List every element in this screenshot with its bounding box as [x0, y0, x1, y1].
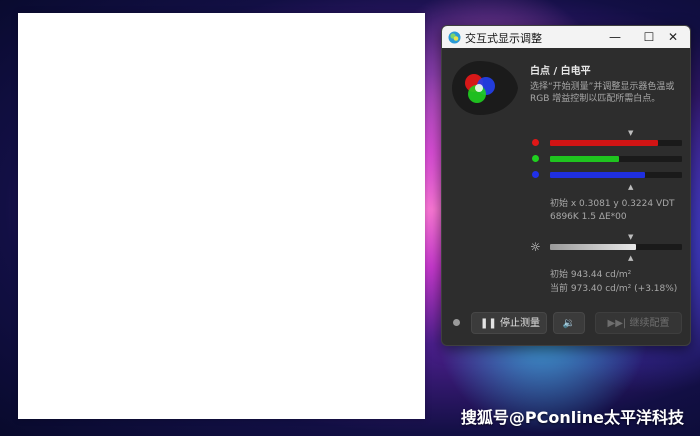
brightness-reading-line-2: 当前 973.40 cd/m² (+3.18%): [550, 284, 678, 294]
window-title: 交互式显示调整: [465, 32, 542, 45]
green-channel-dot: [532, 155, 539, 162]
maximize-icon: ☐: [643, 30, 655, 44]
rgb-target-marker-top: ▼: [628, 129, 634, 137]
close-icon: ✕: [667, 30, 679, 44]
brightness-fill: [550, 244, 636, 250]
watermark: 搜狐号@PConline太平洋科技: [460, 408, 684, 427]
continue-calibration-label: 继续配置: [629, 318, 670, 329]
rgb-target-marker-bottom: ▲: [628, 183, 634, 191]
measurement-status-indicator: [453, 319, 460, 326]
red-channel-dot: [532, 139, 539, 146]
brightness-target-marker-top: ▼: [628, 233, 634, 241]
stop-measurement-button[interactable]: ❚❚ 停止测量: [471, 312, 547, 334]
sun-icon: ☼: [530, 240, 541, 254]
stop-measurement-label: 停止测量: [499, 318, 540, 329]
section-heading: 白点 / 白电平: [530, 66, 591, 77]
blue-channel-dot: [532, 171, 539, 178]
title-bar[interactable]: 交互式显示调整 — ☐ ✕: [442, 26, 690, 48]
red-gain-fill: [550, 140, 659, 146]
green-gain-bar: [550, 156, 682, 162]
sound-toggle-button[interactable]: 🔉: [553, 312, 585, 334]
minimize-button[interactable]: —: [598, 26, 632, 48]
brightness-bar: [550, 244, 682, 250]
continue-calibration-button[interactable]: ▶▶| 继续配置: [595, 312, 682, 334]
rgb-reading-line-2: 6896K 1.5 ΔE*00: [550, 212, 627, 222]
brightness-reading-line-1: 初始 943.44 cd/m²: [550, 270, 632, 280]
red-gain-bar: [550, 140, 682, 146]
colorimeter-sensor-icon: [452, 61, 518, 115]
green-gain-fill: [550, 156, 619, 162]
interactive-display-adjustment-dialog: 交互式显示调整 — ☐ ✕ 白点 / 白电平 选择“开始测量”并调整显示器色温或…: [441, 25, 691, 346]
speaker-icon: 🔉: [562, 318, 576, 329]
colorimeter-app-icon: [448, 31, 461, 44]
minimize-icon: —: [609, 30, 621, 44]
white-test-window: [18, 13, 425, 419]
brightness-target-marker-bottom: ▲: [628, 254, 634, 262]
instruction-text: 选择“开始测量”并调整显示器色温或 RGB 增益控制以匹配所需白点。: [530, 82, 675, 104]
pause-icon: ❚❚: [480, 318, 497, 329]
blue-gain-fill: [550, 172, 646, 178]
close-button[interactable]: ✕: [656, 26, 690, 48]
skip-forward-icon: ▶▶|: [607, 318, 627, 329]
rgb-reading-line-1: 初始 x 0.3081 y 0.3224 VDT: [550, 199, 675, 209]
blue-gain-bar: [550, 172, 682, 178]
